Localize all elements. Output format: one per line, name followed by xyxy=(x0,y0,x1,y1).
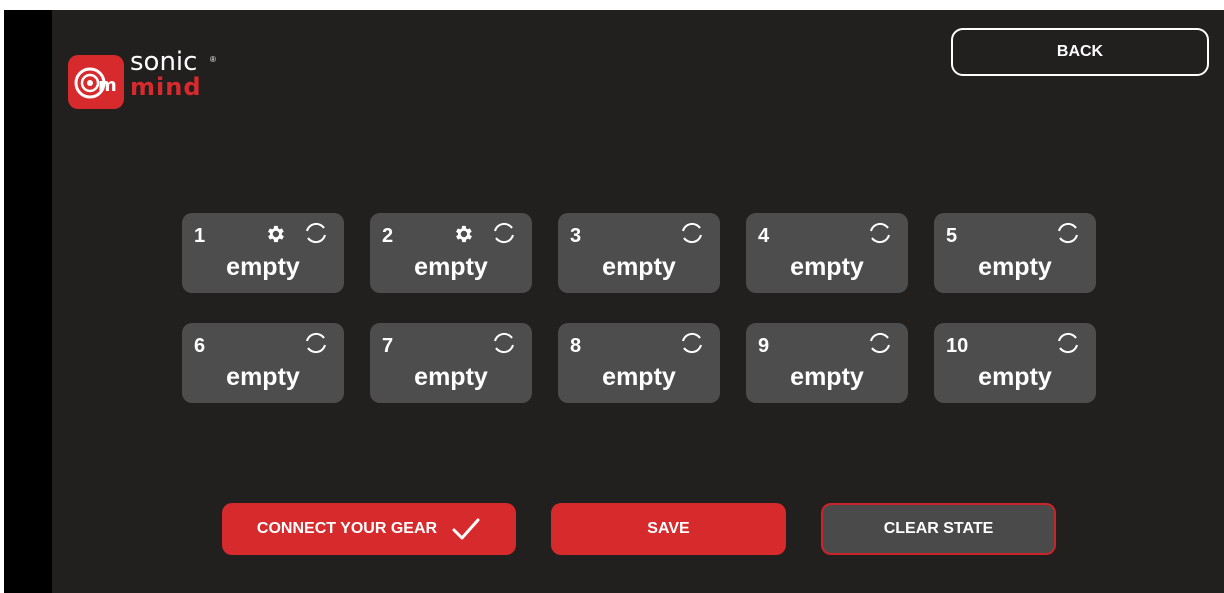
refresh-icon[interactable] xyxy=(302,219,330,247)
refresh-icon[interactable] xyxy=(1054,219,1082,247)
slot-6[interactable]: 6 empty xyxy=(182,323,344,403)
left-edge-bar xyxy=(4,10,52,593)
refresh-icon[interactable] xyxy=(866,329,894,357)
app-screen: m sonic ® mind BACK 1 empty 2 empty 3 em… xyxy=(4,10,1224,593)
save-button[interactable]: SAVE xyxy=(551,503,786,555)
slot-4[interactable]: 4 empty xyxy=(746,213,908,293)
logo-registered-mark: ® xyxy=(210,55,216,64)
slot-state: empty xyxy=(602,363,676,391)
slot-number: 6 xyxy=(194,335,206,357)
refresh-icon[interactable] xyxy=(490,219,518,247)
refresh-icon[interactable] xyxy=(302,329,330,357)
slot-3[interactable]: 3 empty xyxy=(558,213,720,293)
refresh-icon[interactable] xyxy=(678,329,706,357)
refresh-icon[interactable] xyxy=(1054,329,1082,357)
slot-8[interactable]: 8 empty xyxy=(558,323,720,403)
back-button-label: BACK xyxy=(1056,43,1104,60)
slot-state: empty xyxy=(226,363,300,391)
logo-mark-icon: m xyxy=(68,55,124,109)
slot-state: empty xyxy=(414,253,488,281)
slot-number: 2 xyxy=(382,225,394,247)
slot-number: 9 xyxy=(758,335,770,357)
slot-state: empty xyxy=(978,363,1052,391)
sonic-mind-logo: m sonic ® mind xyxy=(68,45,228,111)
svg-text:m: m xyxy=(98,75,117,96)
slot-number: 4 xyxy=(758,225,770,247)
slot-state: empty xyxy=(978,253,1052,281)
slot-state: empty xyxy=(790,363,864,391)
check-icon xyxy=(452,518,480,540)
slot-number: 5 xyxy=(946,225,958,247)
slot-state: empty xyxy=(790,253,864,281)
gear-icon[interactable] xyxy=(264,223,286,245)
slot-number: 8 xyxy=(570,335,582,357)
slot-number: 7 xyxy=(382,335,394,357)
slot-number: 3 xyxy=(570,225,582,247)
slot-state: empty xyxy=(226,253,300,281)
logo-word-mind: mind xyxy=(130,73,202,101)
slot-10[interactable]: 10 empty xyxy=(934,323,1096,403)
clear-state-button[interactable]: CLEAR STATE xyxy=(821,503,1056,555)
slot-7[interactable]: 7 empty xyxy=(370,323,532,403)
slot-2[interactable]: 2 empty xyxy=(370,213,532,293)
refresh-icon[interactable] xyxy=(490,329,518,357)
back-button[interactable]: BACK xyxy=(951,28,1209,76)
refresh-icon[interactable] xyxy=(866,219,894,247)
slot-state: empty xyxy=(602,253,676,281)
save-button-label: SAVE xyxy=(647,520,690,537)
slot-number: 10 xyxy=(946,335,969,357)
slot-5[interactable]: 5 empty xyxy=(934,213,1096,293)
gear-icon[interactable] xyxy=(452,223,474,245)
slot-9[interactable]: 9 empty xyxy=(746,323,908,403)
refresh-icon[interactable] xyxy=(678,219,706,247)
clear-state-button-label: CLEAR STATE xyxy=(883,520,994,537)
slot-number: 1 xyxy=(194,225,206,247)
slot-state: empty xyxy=(414,363,488,391)
connect-button-label: CONNECT YOUR GEAR xyxy=(256,520,438,537)
connect-your-gear-button[interactable]: CONNECT YOUR GEAR xyxy=(222,503,516,555)
slot-1[interactable]: 1 empty xyxy=(182,213,344,293)
